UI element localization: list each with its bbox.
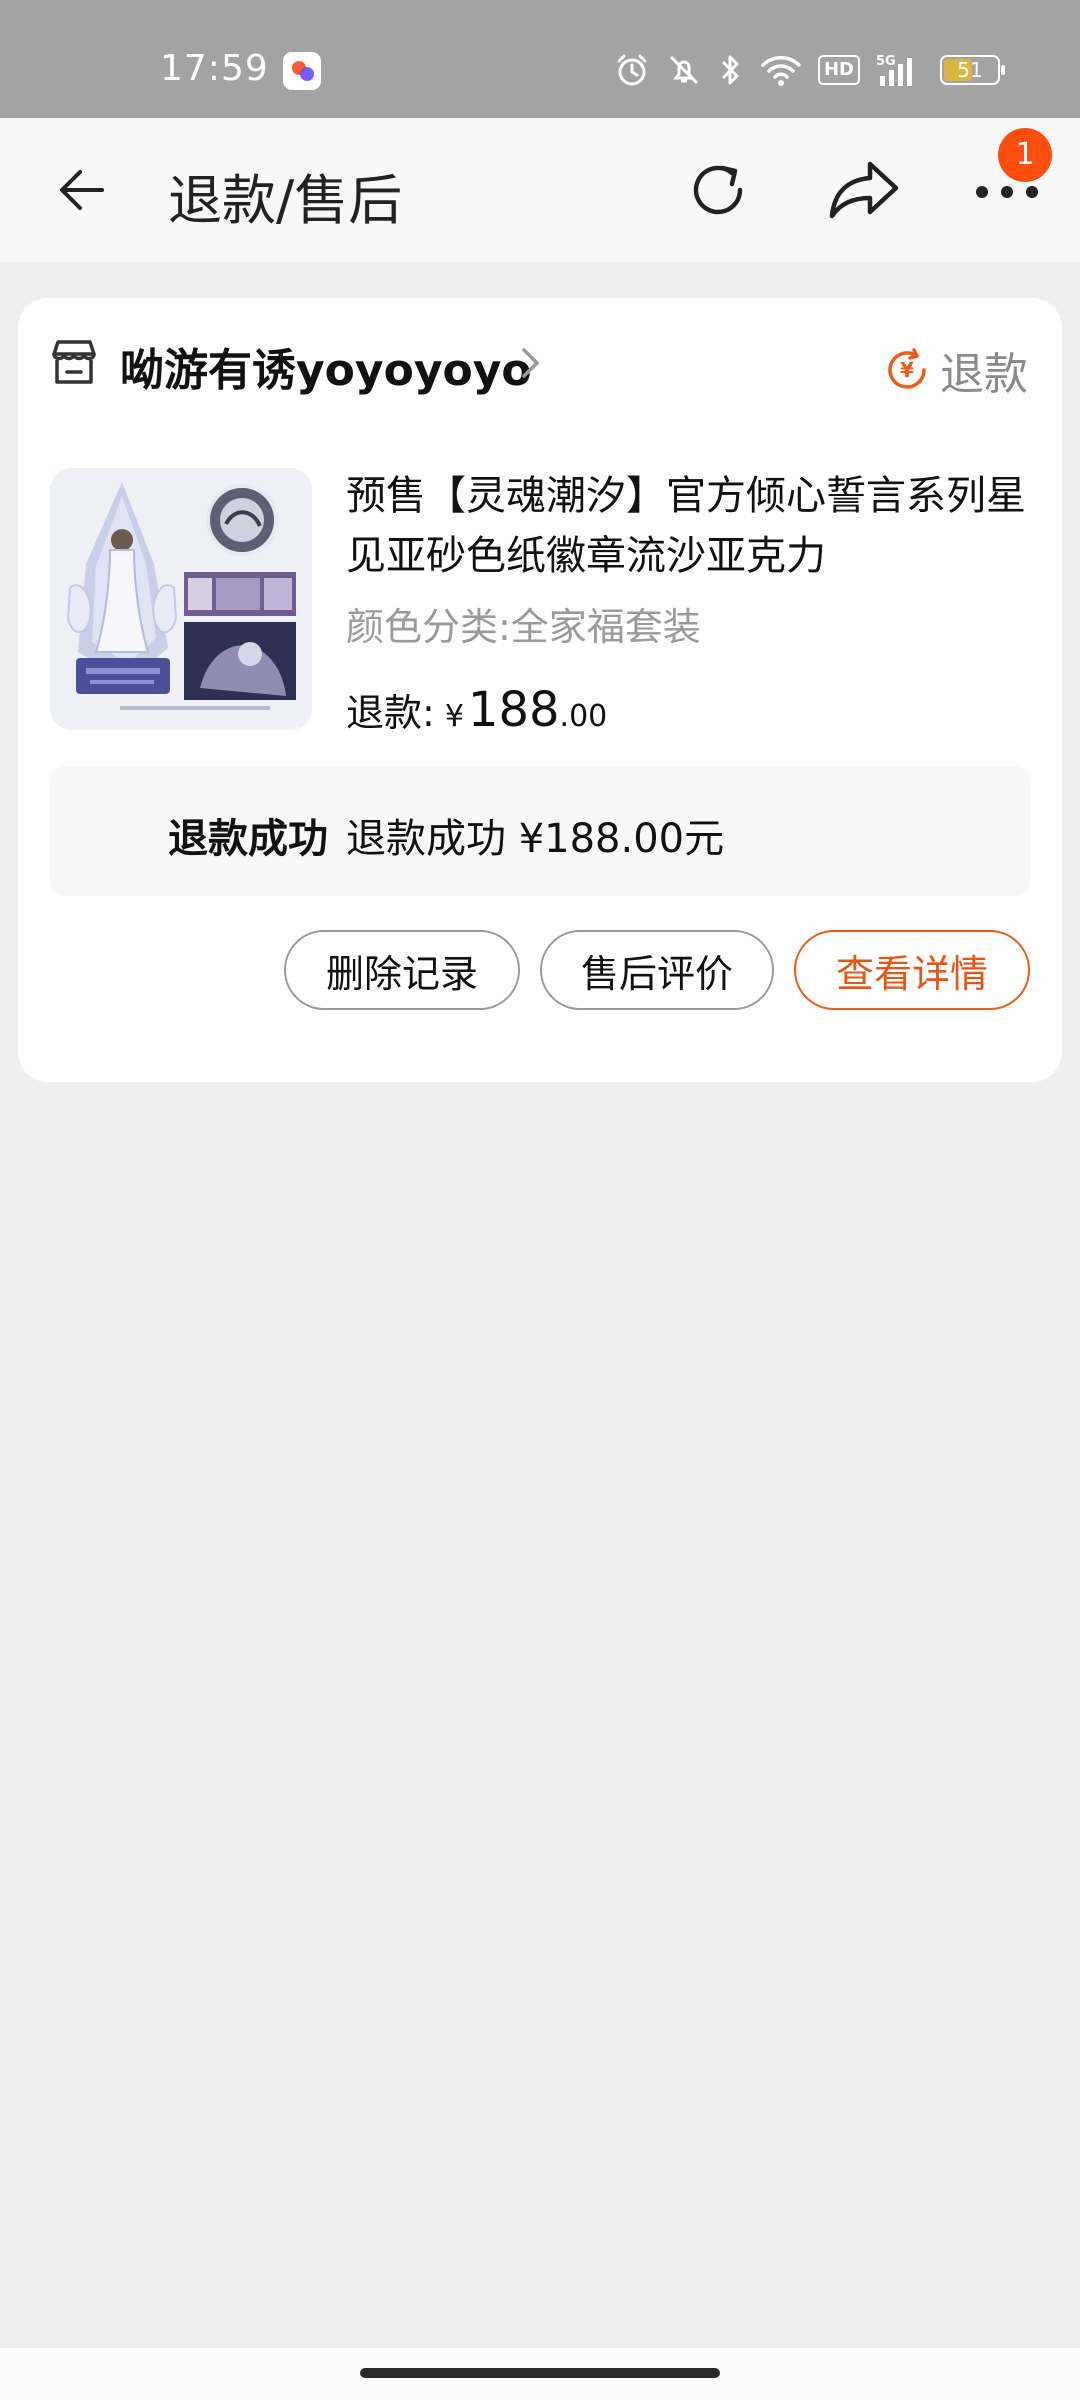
home-indicator[interactable] [360, 2368, 720, 2378]
page-title: 退款/售后 [168, 169, 403, 232]
app-notification-icon [283, 52, 321, 90]
status-time: 17:59 [160, 48, 269, 89]
status-bar: 17:59 HD 5G 51 [0, 0, 1080, 118]
shop-icon [52, 340, 96, 384]
refresh-icon[interactable] [682, 154, 754, 226]
status-icons: HD 5G 51 [614, 50, 1005, 90]
refund-amount-integer: 188 [467, 682, 560, 738]
signal-icon: 5G [876, 54, 912, 86]
view-details-button[interactable]: 查看详情 [794, 930, 1030, 1010]
refund-status-box[interactable]: 退款成功 退款成功 ¥188.00元 [50, 766, 1030, 896]
product-title[interactable]: 预售【灵魂潮汐】官方倾心誓言系列星见亚砂色纸徽章流沙亚克力 [346, 466, 1036, 586]
notification-badge: 1 [998, 128, 1052, 182]
battery-icon: 51 [940, 55, 1005, 85]
alarm-icon [617, 54, 647, 86]
refund-order-card: 呦游有诱yoyoyoyo ¥ 退款 预售【灵魂潮汐】官方倾心誓言系列星见亚砂色纸… [18, 298, 1062, 1082]
shop-name[interactable]: 呦游有诱yoyoyoyo [120, 334, 532, 398]
mute-icon [670, 56, 698, 84]
product-image[interactable] [50, 468, 312, 730]
hd-icon: HD [817, 55, 860, 85]
refund-status-description: 退款成功 ¥188.00元 [346, 816, 725, 862]
action-buttons: 删除记录 售后评价 查看详情 [284, 930, 1030, 1010]
refund-status-label: 退款成功 [168, 816, 328, 862]
shop-row[interactable]: 呦游有诱yoyoyoyo ¥ 退款 [18, 298, 1062, 434]
bluetooth-icon [721, 55, 739, 85]
share-icon[interactable] [826, 154, 902, 226]
refund-amount-decimal: .00 [559, 699, 608, 734]
wifi-icon [761, 56, 801, 86]
refund-currency: ¥ [444, 699, 464, 734]
refund-amount-label: 退款: [346, 691, 435, 735]
refund-currency-icon: ¥ [888, 348, 926, 389]
refund-type-tag: ¥ 退款 [884, 338, 1028, 402]
nav-bar: 退款/售后 [0, 118, 1080, 262]
aftersale-review-button[interactable]: 售后评价 [540, 930, 774, 1010]
product-sku: 颜色分类:全家福套装 [346, 605, 701, 649]
refund-amount: 退款: ¥ 188 .00 [346, 682, 607, 738]
delete-record-button[interactable]: 删除记录 [284, 930, 520, 1010]
battery-level: 51 [957, 58, 983, 82]
chevron-right-icon[interactable] [518, 344, 544, 382]
refund-type-label: 退款 [940, 349, 1028, 400]
back-arrow-icon[interactable] [52, 158, 116, 222]
svg-text:¥: ¥ [900, 358, 914, 382]
svg-text:5G: 5G [876, 54, 896, 69]
